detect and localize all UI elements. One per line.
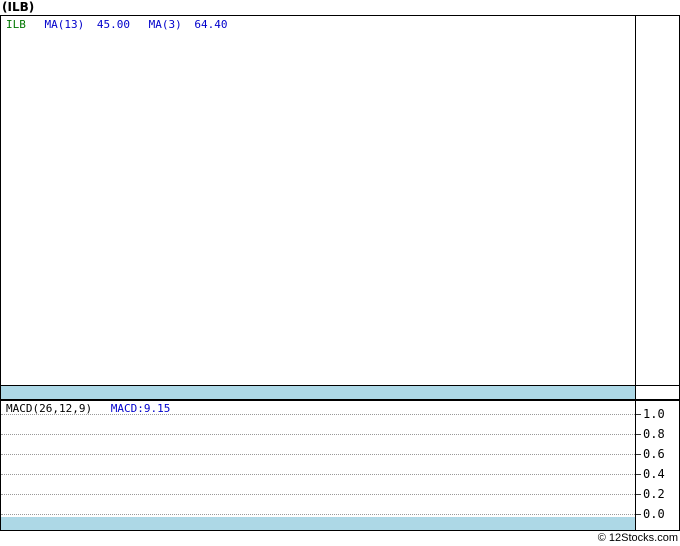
macd-gridline <box>1 434 635 435</box>
ma3-value: 64.40 <box>194 18 227 31</box>
page-title: (ILB) <box>2 0 34 14</box>
macd-tick-label: 0.8 <box>643 427 665 441</box>
macd-legend: MACD(26,12,9) MACD:9.15 <box>6 402 170 415</box>
macd-gridline <box>1 454 635 455</box>
price-panel: ILB MA(13) 45.00 MA(3) 64.40 <box>0 15 680 400</box>
macd-gridline <box>1 474 635 475</box>
macd-tick-label: 0.0 <box>643 507 665 521</box>
macd-gridline <box>1 494 635 495</box>
copyright: © 12Stocks.com <box>598 531 678 545</box>
macd-tick-label: 0.6 <box>643 447 665 461</box>
macd-tick-label: 0.4 <box>643 467 665 481</box>
macd-panel: 1.0 0.8 0.6 0.4 0.2 0.0 MACD(26,12,9) MACD:9.… <box>0 400 680 531</box>
ma13-label: MA(13) <box>45 18 85 31</box>
macd-band <box>1 517 635 530</box>
ma13-value: 45.00 <box>97 18 130 31</box>
volume-band <box>1 386 635 399</box>
macd-tick-label: 1.0 <box>643 407 665 421</box>
ticker-symbol: ILB <box>6 18 26 31</box>
ma3-label: MA(3) <box>149 18 182 31</box>
macd-tick-label: 0.2 <box>643 487 665 501</box>
macd-gridline <box>1 514 635 515</box>
macd-label: MACD(26,12,9) <box>6 402 92 415</box>
macd-value: MACD:9.15 <box>111 402 171 415</box>
stock-chart-image: (ILB) ILB MA(13) 45.00 MA(3) 64.40 1.0 0.… <box>0 0 680 546</box>
macd-axis-divider <box>635 401 636 530</box>
price-axis-divider <box>635 16 636 399</box>
price-legend: ILB MA(13) 45.00 MA(3) 64.40 <box>6 18 228 31</box>
